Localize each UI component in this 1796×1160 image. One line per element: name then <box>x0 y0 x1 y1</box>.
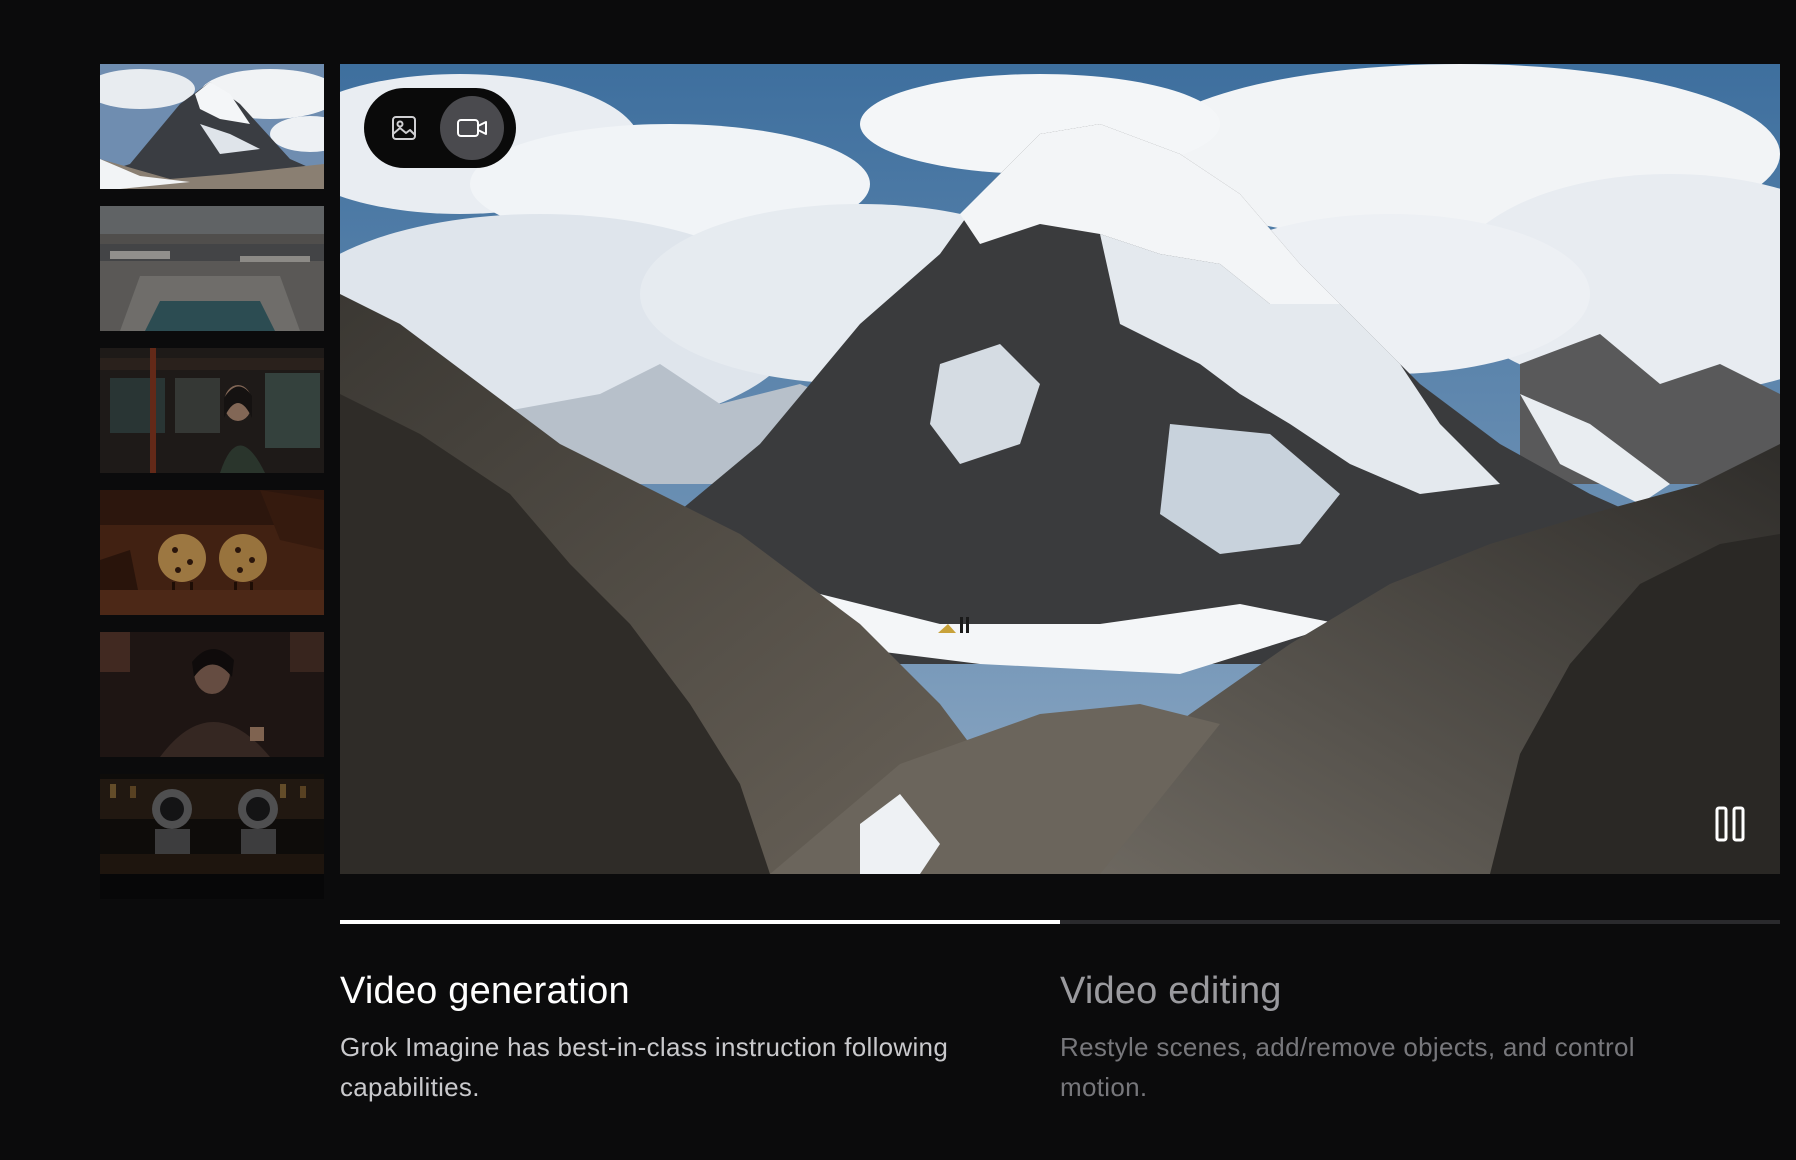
progress-fill-video-generation <box>340 920 1060 924</box>
image-mode-button[interactable] <box>372 96 436 160</box>
tab-description-video-editing: Restyle scenes, add/remove objects, and … <box>1060 1032 1635 1102</box>
progress-track-video-editing[interactable] <box>1060 920 1780 924</box>
media-type-toggle <box>364 88 516 168</box>
progress-track-video-generation[interactable] <box>340 920 1060 924</box>
video-mode-button[interactable] <box>440 96 504 160</box>
pause-button[interactable] <box>1712 804 1748 844</box>
tab-description-video-generation: Grok Imagine has best-in-class instructi… <box>340 1032 949 1102</box>
tab-video-generation[interactable]: Video generation Grok Imagine has best-i… <box>340 965 980 1107</box>
page: Video generation Grok Imagine has best-i… <box>0 0 1796 1160</box>
pause-icon <box>1715 806 1745 842</box>
tab-title-video-generation: Video generation <box>340 970 630 1012</box>
thumbnail-bus-passenger[interactable] <box>100 348 324 473</box>
thumbnail-robots-bar[interactable] <box>100 774 324 899</box>
thumbnail-cookies[interactable] <box>100 490 324 615</box>
tab-title-video-editing: Video editing <box>1060 970 1282 1012</box>
thumbnail-rooftop-pool[interactable] <box>100 206 324 331</box>
video-camera-icon <box>457 119 487 137</box>
image-icon <box>392 116 416 140</box>
tab-video-editing[interactable]: Video editing Restyle scenes, add/remove… <box>1060 965 1700 1107</box>
thumbnail-mountain[interactable] <box>100 64 324 189</box>
video-player[interactable] <box>340 64 1780 874</box>
video-frame-mountain <box>340 64 1780 874</box>
thumbnail-portrait[interactable] <box>100 632 324 757</box>
